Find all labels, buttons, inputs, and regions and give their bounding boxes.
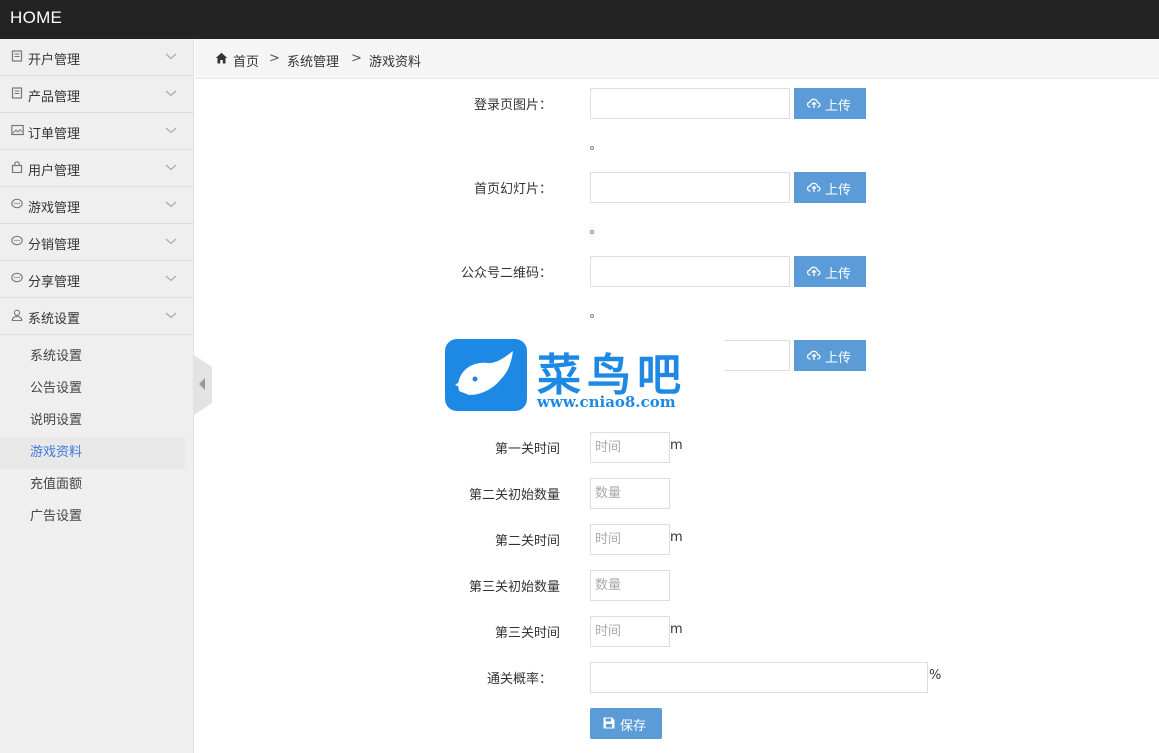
chevron-down-icon [165,124,177,136]
upload-button-label: 上传 [825,267,852,282]
submenu-item-game-info[interactable]: 游戏资料 [0,437,185,469]
chevron-down-icon [165,309,177,321]
chevron-down-icon [165,50,177,62]
upload-button-login-image[interactable]: 上传 [794,88,866,119]
field-label-level3-time: 第三关时间 [494,626,560,641]
cloud-upload-icon [806,181,821,193]
top-bar: HOME [0,0,1159,39]
watermark-url: www.cniao8.com [537,393,676,411]
chat-icon [10,272,24,286]
settings-submenu: 系统设置 公告设置 说明设置 游戏资料 充值面额 广告设置 [0,335,193,533]
sidebar-item-settings[interactable]: 系统设置 [0,298,193,335]
unit-percent: % [929,668,942,683]
upload-label-home-slides: 首页幻灯片： [473,182,552,197]
field-label-pass-rate: 通关概率： [486,672,552,687]
upload-label-login-image: 登录页图片： [473,98,552,113]
sidebar-item-label: 开户管理 [28,53,81,68]
preview-placeholder [590,146,594,150]
sidebar-item-sharing[interactable]: 分享管理 [0,261,193,298]
unit-minutes: m [670,622,683,637]
breadcrumb-section[interactable]: 系统管理 [287,51,339,70]
breadcrumb: 首页 > 系统管理 > 游戏资料 [195,39,1159,79]
book-icon [10,50,24,64]
breadcrumb-current: 游戏资料 [369,55,422,70]
field-label-level1-time: 第一关时间 [494,442,560,457]
submenu-item-instructions[interactable]: 说明设置 [0,405,185,437]
unit-minutes: m [670,530,683,545]
sidebar-collapse-handle[interactable] [194,355,212,415]
home-slides-field[interactable] [590,172,790,203]
home-icon [215,52,228,64]
brand-home[interactable]: HOME [10,8,62,28]
save-button-label: 保存 [620,719,647,734]
field-label-level2-count: 第二关初始数量 [468,488,560,503]
qrcode-field[interactable] [590,256,790,287]
bird-logo-icon [445,339,527,411]
pass-rate-input[interactable] [590,662,928,693]
level2-count-input[interactable] [590,478,670,509]
user-icon [10,309,24,323]
sidebar-item-label: 游戏管理 [28,201,81,216]
upload-label-qrcode: 公众号二维码： [460,266,552,281]
breadcrumb-home[interactable]: 首页 [233,51,259,70]
sidebar-item-orders[interactable]: 订单管理 [0,113,193,150]
preview-placeholder [590,230,594,234]
upload-button-label: 上传 [825,99,852,114]
sidebar-item-users[interactable]: 用户管理 [0,150,193,187]
book-icon [10,87,24,101]
floppy-disk-icon [603,717,615,729]
chevron-down-icon [165,161,177,173]
upload-button-qrcode[interactable]: 上传 [794,256,866,287]
submenu-item-notice[interactable]: 公告设置 [0,373,185,405]
image-icon [10,124,24,138]
chevron-down-icon [165,235,177,247]
chat-icon [10,235,24,249]
field-label-level2-time: 第二关时间 [494,534,560,549]
submenu-item-system[interactable]: 系统设置 [0,341,185,373]
level3-count-input[interactable] [590,570,670,601]
watermark: 菜鸟吧 www.cniao8.com [445,339,725,413]
upload-button-home-slides[interactable]: 上传 [794,172,866,203]
preview-placeholder [590,314,594,318]
login-image-field[interactable] [590,88,790,119]
cloud-upload-icon [806,349,821,361]
sidebar-item-label: 产品管理 [28,90,81,105]
bag-icon [10,161,24,175]
cloud-upload-icon [806,265,821,277]
sidebar-item-distribution[interactable]: 分销管理 [0,224,193,261]
level3-time-input[interactable] [590,616,670,647]
field-label-level3-count: 第三关初始数量 [468,580,560,595]
breadcrumb-separator: > [351,51,362,66]
sidebar-item-label: 分销管理 [28,238,81,253]
chevron-down-icon [165,272,177,284]
sidebar: 开户管理 产品管理 订单管理 用户管理 游戏管理 分销管理 分享管理 系统设置 … [0,39,194,753]
cloud-upload-icon [806,97,821,109]
sidebar-item-account[interactable]: 开户管理 [0,39,193,76]
unit-minutes: m [670,438,683,453]
save-button[interactable]: 保存 [590,708,662,739]
breadcrumb-separator: > [269,51,280,66]
upload-button-label: 上传 [825,183,852,198]
upload-button-fourth[interactable]: 上传 [794,340,866,371]
sidebar-item-label: 订单管理 [28,127,81,142]
sidebar-item-label: 用户管理 [28,164,81,179]
upload-button-label: 上传 [825,351,852,366]
submenu-item-ads[interactable]: 广告设置 [0,501,185,533]
level1-time-input[interactable] [590,432,670,463]
submenu-item-recharge[interactable]: 充值面额 [0,469,185,501]
sidebar-item-games[interactable]: 游戏管理 [0,187,193,224]
chevron-down-icon [165,198,177,210]
sidebar-item-label: 分享管理 [28,275,81,290]
sidebar-item-products[interactable]: 产品管理 [0,76,193,113]
level2-time-input[interactable] [590,524,670,555]
chevron-down-icon [165,87,177,99]
chat-icon [10,198,24,212]
sidebar-item-label: 系统设置 [28,312,81,327]
chevron-left-icon [199,378,205,390]
